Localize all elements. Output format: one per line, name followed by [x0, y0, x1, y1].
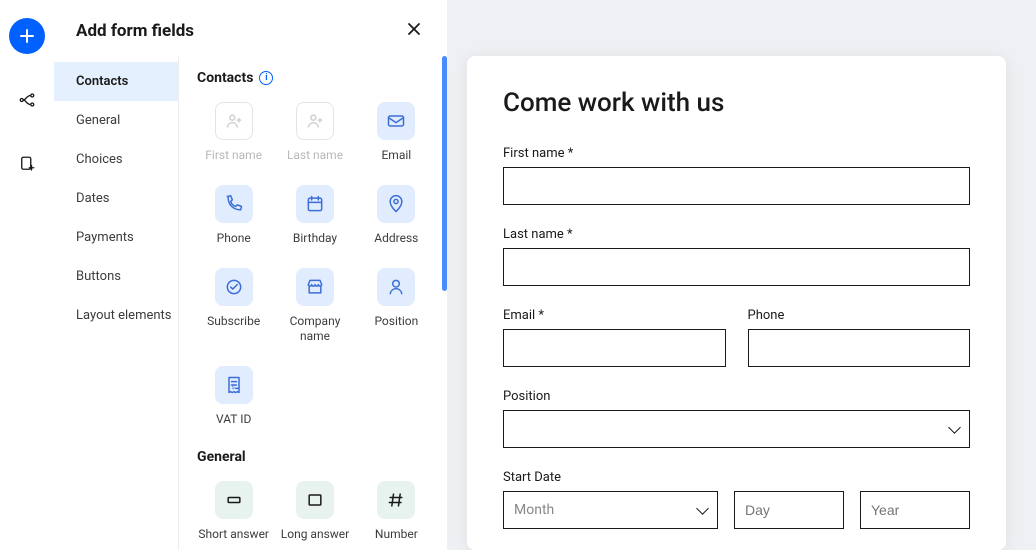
- field-last-name: Last name: [278, 102, 351, 163]
- field-label: Address: [374, 231, 418, 246]
- phone-group: Phone: [748, 308, 971, 367]
- phone-label: Phone: [748, 308, 971, 323]
- field-long-answer[interactable]: Long answer: [278, 481, 351, 542]
- category-layout-elements[interactable]: Layout elements: [54, 296, 178, 335]
- field-label: Email: [381, 148, 411, 163]
- field-phone[interactable]: Phone: [197, 185, 270, 246]
- field-label: Long answer: [281, 527, 349, 542]
- field-label: Position: [374, 314, 418, 329]
- field-label: Subscribe: [207, 314, 260, 329]
- start-date-label: Start Date: [503, 470, 970, 485]
- field-short-answer[interactable]: Short answer: [197, 481, 270, 542]
- last-name-label: Last name *: [503, 227, 970, 242]
- form-title: Come work with us: [503, 88, 970, 118]
- pin-icon: [377, 185, 415, 223]
- start-date-group: Start Date Month: [503, 470, 970, 529]
- last-name-group: Last name *: [503, 227, 970, 286]
- field-number[interactable]: Number: [360, 481, 433, 542]
- svg-text:$: $: [231, 384, 234, 391]
- phone-icon: [215, 185, 253, 223]
- category-choices[interactable]: Choices: [54, 140, 178, 179]
- position-label: Position: [503, 389, 970, 404]
- store-icon: [296, 268, 334, 306]
- field-email[interactable]: Email: [360, 102, 433, 163]
- first-name-group: First name *: [503, 146, 970, 205]
- hash-icon: [377, 481, 415, 519]
- person-icon: [215, 102, 253, 140]
- add-button[interactable]: [9, 18, 45, 54]
- panel-body: ContactsGeneralChoicesDatesPaymentsButto…: [54, 56, 447, 550]
- field-label: Birthday: [293, 231, 337, 246]
- first-name-label: First name *: [503, 146, 970, 161]
- close-button[interactable]: [403, 18, 425, 44]
- category-general[interactable]: General: [54, 101, 178, 140]
- preview-pane: Come work with us First name * Last name…: [447, 0, 1036, 550]
- category-contacts[interactable]: Contacts: [54, 62, 178, 101]
- user-icon: [377, 268, 415, 306]
- panel-title: Add form fields: [76, 21, 194, 41]
- field-label: Short answer: [198, 527, 269, 542]
- category-dates[interactable]: Dates: [54, 179, 178, 218]
- field-label: Company name: [278, 314, 351, 344]
- add-fields-panel: Add form fields ContactsGeneralChoicesDa…: [54, 0, 447, 550]
- email-input[interactable]: [503, 329, 726, 367]
- long-icon: [296, 481, 334, 519]
- field-label: VAT ID: [216, 412, 251, 427]
- document-add-icon[interactable]: [9, 146, 45, 182]
- person-icon: [296, 102, 334, 140]
- month-select[interactable]: Month: [503, 491, 718, 529]
- last-name-input[interactable]: [503, 248, 970, 286]
- section-general: General Short answer Long answer Number: [197, 449, 433, 542]
- calendar-icon: [296, 185, 334, 223]
- field-position[interactable]: Position: [360, 268, 433, 344]
- field-first-name: First name: [197, 102, 270, 163]
- field-label: Last name: [287, 148, 343, 163]
- first-name-input[interactable]: [503, 167, 970, 205]
- section-title: General: [197, 449, 433, 465]
- phone-input[interactable]: [748, 329, 971, 367]
- short-icon: [215, 481, 253, 519]
- section-title: Contactsi: [197, 70, 433, 86]
- field-label: Phone: [217, 231, 251, 246]
- category-payments[interactable]: Payments: [54, 218, 178, 257]
- check-icon: [215, 268, 253, 306]
- form-preview: Come work with us First name * Last name…: [467, 56, 1006, 550]
- info-icon[interactable]: i: [259, 71, 273, 85]
- position-group: Position: [503, 389, 970, 448]
- category-list: ContactsGeneralChoicesDatesPaymentsButto…: [54, 56, 178, 550]
- field-vat-id[interactable]: $ VAT ID: [197, 366, 270, 427]
- month-placeholder: Month: [514, 502, 554, 518]
- field-address[interactable]: Address: [360, 185, 433, 246]
- scrollbar[interactable]: [442, 56, 447, 291]
- field-company-name[interactable]: Company name: [278, 268, 351, 344]
- chevron-down-icon: [950, 423, 959, 435]
- field-birthday[interactable]: Birthday: [278, 185, 351, 246]
- section-contacts: Contactsi First name Last name Email Phone Bi…: [197, 70, 433, 427]
- field-label: Number: [375, 527, 418, 542]
- category-buttons[interactable]: Buttons: [54, 257, 178, 296]
- receipt-icon: $: [215, 366, 253, 404]
- left-rail: [0, 0, 54, 550]
- fields-area: Contactsi First name Last name Email Phone Bi…: [178, 56, 447, 550]
- email-label: Email *: [503, 308, 726, 323]
- mail-icon: [377, 102, 415, 140]
- position-select[interactable]: [503, 410, 970, 448]
- day-input[interactable]: [734, 491, 844, 529]
- field-label: First name: [205, 148, 262, 163]
- chevron-down-icon: [698, 504, 707, 516]
- panel-header: Add form fields: [54, 0, 447, 56]
- field-subscribe[interactable]: Subscribe: [197, 268, 270, 344]
- email-group: Email *: [503, 308, 726, 367]
- year-input[interactable]: [860, 491, 970, 529]
- branch-icon[interactable]: [9, 82, 45, 118]
